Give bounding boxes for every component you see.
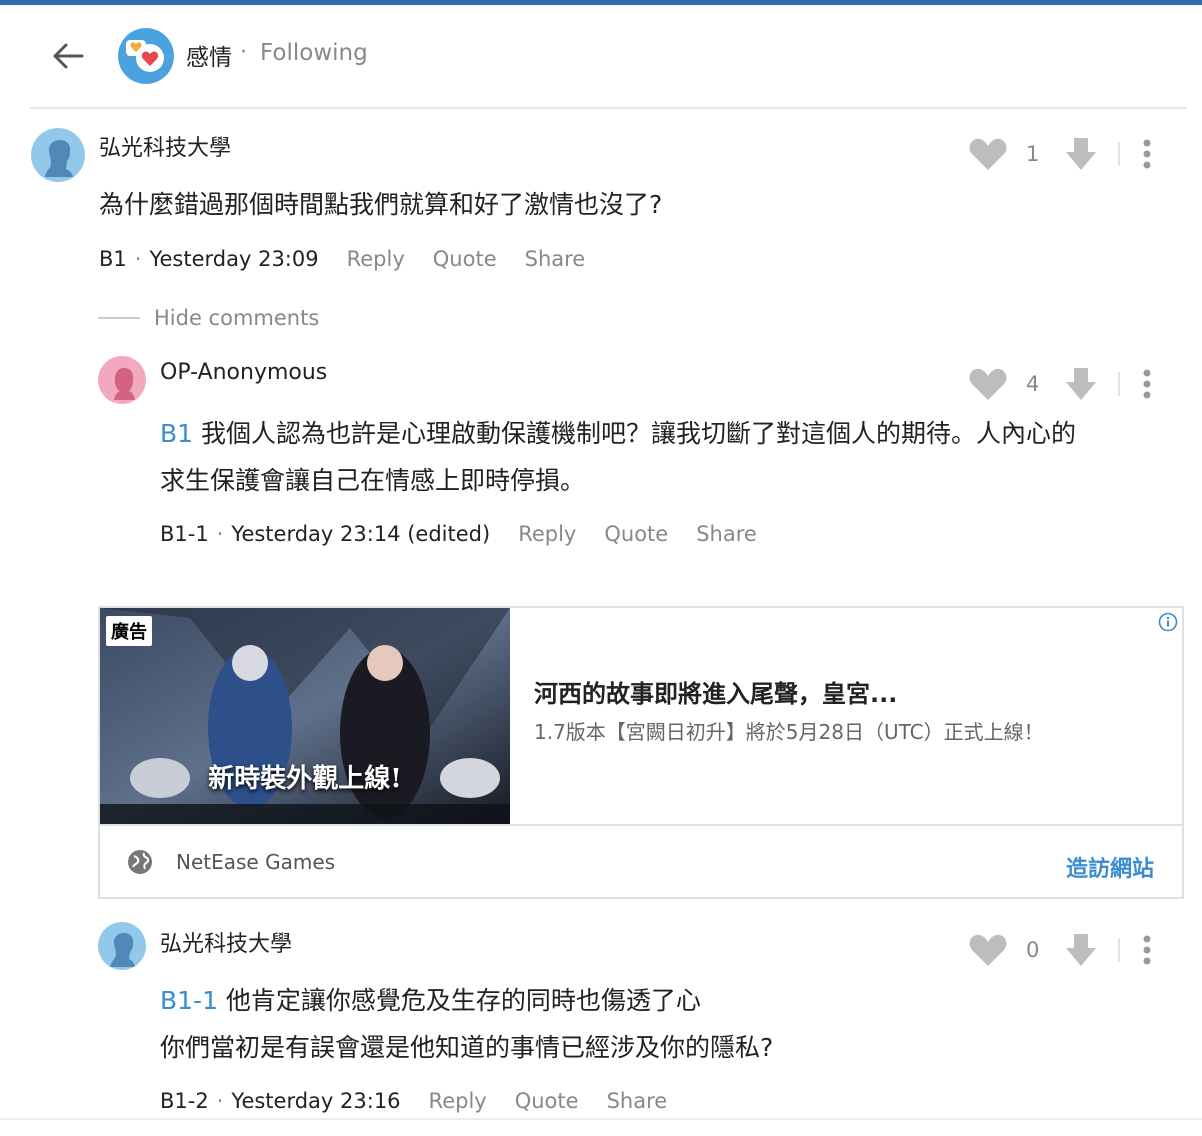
hide-comments-toggle[interactable]: Hide comments <box>98 306 319 330</box>
timestamp: Yesterday 23:09 <box>149 247 319 271</box>
comment-text: B1 我個人認為也許是心理啟動保護機制吧？讓我切斷了對這個人的期待。人內心的 求… <box>160 410 1076 504</box>
quote-button[interactable]: Quote <box>515 1089 579 1113</box>
comment-actions: 1 <box>968 134 1152 174</box>
downvote-icon[interactable] <box>1064 366 1098 402</box>
meta-separator: · <box>134 247 142 271</box>
like-count: 4 <box>1026 372 1040 396</box>
arrow-left-icon[interactable] <box>48 36 88 76</box>
share-button[interactable]: Share <box>525 247 586 271</box>
top-accent-bar <box>0 0 1202 5</box>
timestamp: Yesterday 23:14 (edited) <box>231 522 491 546</box>
bottom-divider <box>0 1118 1202 1120</box>
avatar[interactable] <box>98 922 146 970</box>
meta-separator: · <box>216 1089 224 1113</box>
ad-sponsor: NetEase Games <box>176 850 336 874</box>
quote-button[interactable]: Quote <box>433 247 497 271</box>
like-count: 1 <box>1026 142 1040 166</box>
like-count: 0 <box>1026 938 1040 962</box>
ad-divider <box>100 824 1182 826</box>
globe-icon <box>128 850 152 874</box>
ad-image[interactable]: 廣告 新時裝外觀上線! <box>100 608 510 824</box>
ad-image-headline: 新時裝外觀上線! <box>208 764 402 794</box>
board-name[interactable]: 感情 <box>186 38 232 72</box>
divider <box>1118 938 1120 962</box>
avatar[interactable] <box>98 356 146 404</box>
comment-meta: B1-1 · Yesterday 23:14 (edited) Reply Qu… <box>160 522 757 546</box>
comment-actions: 0 <box>968 930 1152 970</box>
more-options-icon[interactable] <box>1142 934 1152 966</box>
comment-text: B1-1 他肯定讓你感覺危及生存的同時也傷透了心 你們當初是有誤會還是他知道的事… <box>160 977 773 1071</box>
heart-icon[interactable] <box>968 136 1008 172</box>
floor-number: B1 <box>99 247 127 271</box>
reply-button[interactable]: Reply <box>429 1089 487 1113</box>
comment-actions: 4 <box>968 364 1152 404</box>
divider <box>1118 142 1120 166</box>
comment-author[interactable]: 弘光科技大學 <box>99 130 231 162</box>
user-silhouette-icon <box>98 356 146 404</box>
floor-reference-link[interactable]: B1-1 <box>160 986 218 1015</box>
comment-text-line: 求生保護會讓自己在情感上即時停損。 <box>160 466 586 495</box>
user-silhouette-icon <box>98 922 146 970</box>
comment-text-line: 我個人認為也許是心理啟動保護機制吧？讓我切斷了對這個人的期待。人內心的 <box>193 419 1077 448</box>
share-button[interactable]: Share <box>607 1089 668 1113</box>
floor-number: B1-1 <box>160 522 209 546</box>
reply-button[interactable]: Reply <box>518 522 576 546</box>
ad-card[interactable]: 廣告 新時裝外觀上線! 河西的故事即將進入尾聲，皇宮... 1.7版本【宮闕日初… <box>98 606 1184 899</box>
downvote-icon[interactable] <box>1064 136 1098 172</box>
user-silhouette-icon <box>31 128 85 182</box>
hide-comments-line <box>98 317 140 319</box>
comment-text: 為什麼錯過那個時間點我們就算和好了激情也沒了? <box>99 190 663 219</box>
header-divider <box>30 107 1187 109</box>
comment-text-line: 他肯定讓你感覺危及生存的同時也傷透了心 <box>217 986 701 1015</box>
hearts-icon <box>126 40 164 72</box>
comment-meta: B1-2 · Yesterday 23:16 Reply Quote Share <box>160 1089 667 1113</box>
floor-number: B1-2 <box>160 1089 209 1113</box>
visit-site-button[interactable]: 造訪網站 <box>1066 851 1154 883</box>
follow-status[interactable]: Following <box>260 40 368 66</box>
more-options-icon[interactable] <box>1142 368 1152 400</box>
info-icon[interactable] <box>1158 612 1178 632</box>
divider <box>1118 372 1120 396</box>
reply-button[interactable]: Reply <box>347 247 405 271</box>
meta-separator: · <box>216 522 224 546</box>
hide-comments-label: Hide comments <box>154 306 320 330</box>
share-button[interactable]: Share <box>696 522 757 546</box>
floor-reference-link[interactable]: B1 <box>160 419 193 448</box>
comment-author[interactable]: OP-Anonymous <box>160 360 327 385</box>
ad-description: 1.7版本【宮闕日初升】將於5月28日（UTC）正式上線！ <box>534 720 1044 744</box>
downvote-icon[interactable] <box>1064 932 1098 968</box>
ad-tag: 廣告 <box>106 616 152 646</box>
quote-button[interactable]: Quote <box>604 522 668 546</box>
comment-meta: B1 · Yesterday 23:09 Reply Quote Share <box>99 247 585 271</box>
ad-title[interactable]: 河西的故事即將進入尾聲，皇宮... <box>534 674 897 709</box>
avatar[interactable] <box>31 128 85 182</box>
heart-icon[interactable] <box>968 932 1008 968</box>
comment-text-line: 你們當初是有誤會還是他知道的事情已經涉及你的隱私? <box>160 1033 774 1062</box>
timestamp: Yesterday 23:16 <box>231 1089 401 1113</box>
more-options-icon[interactable] <box>1142 138 1152 170</box>
heart-icon[interactable] <box>968 366 1008 402</box>
board-avatar[interactable] <box>118 28 174 84</box>
comment-author[interactable]: 弘光科技大學 <box>160 926 292 958</box>
separator: · <box>240 40 247 65</box>
